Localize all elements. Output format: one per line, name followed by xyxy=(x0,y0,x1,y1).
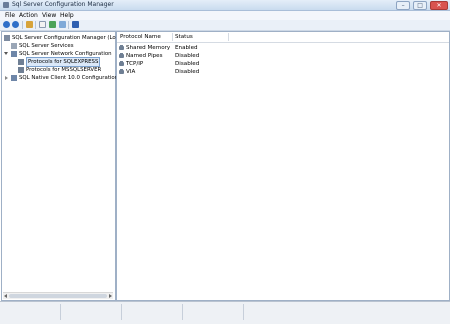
details-pane: Protocol Name Status Shared Memory Enabl… xyxy=(116,31,450,301)
protocol-icon xyxy=(119,69,124,74)
protocol-status: Disabled xyxy=(175,69,200,75)
column-header-status[interactable]: Status xyxy=(175,32,193,42)
protocol-name: TCP/IP xyxy=(126,61,144,67)
minimize-button[interactable]: – xyxy=(396,1,411,10)
maximize-button[interactable]: □ xyxy=(413,1,428,10)
toolbar-separator xyxy=(22,21,23,29)
status-segment xyxy=(183,304,244,320)
forward-icon[interactable] xyxy=(12,21,19,28)
scroll-left-icon[interactable] xyxy=(4,294,7,298)
menu-action[interactable]: Action xyxy=(19,11,38,20)
column-headers: Protocol Name Status xyxy=(117,32,449,43)
expand-closed-icon[interactable] xyxy=(5,76,8,80)
table-row[interactable]: Named Pipes Disabled xyxy=(117,52,449,60)
tree-label: SQL Server Services xyxy=(19,43,74,49)
scroll-right-icon[interactable] xyxy=(109,294,112,298)
export-icon[interactable] xyxy=(59,21,66,28)
menu-view[interactable]: View xyxy=(42,11,56,20)
menu-help[interactable]: Help xyxy=(60,11,74,20)
server-icon xyxy=(4,35,10,41)
toolbar xyxy=(0,20,450,31)
protocol-status: Enabled xyxy=(175,45,198,51)
status-segment xyxy=(0,304,61,320)
close-button[interactable]: ✕ xyxy=(430,1,448,10)
protocol-status: Disabled xyxy=(175,53,200,59)
menu-bar: File Action View Help xyxy=(0,11,450,20)
protocol-name: Shared Memory xyxy=(126,45,171,51)
table-row[interactable]: VIA Disabled xyxy=(117,68,449,76)
window-controls: – □ ✕ xyxy=(395,1,448,10)
back-icon[interactable] xyxy=(3,21,10,28)
toolbar-separator xyxy=(68,21,69,29)
protocol-status: Disabled xyxy=(175,61,200,67)
status-bar xyxy=(0,301,450,324)
menu-file[interactable]: File xyxy=(5,11,15,20)
protocol-icon xyxy=(119,61,124,66)
toolbar-separator xyxy=(35,21,36,29)
protocol-icon xyxy=(119,53,124,58)
title-bar: Sql Server Configuration Manager – □ ✕ xyxy=(0,0,450,11)
tree-label: Protocols for MSSQLSERVER xyxy=(26,67,102,73)
protocol-name: VIA xyxy=(126,69,136,75)
status-segment xyxy=(122,304,183,320)
tree-pane: SQL Server Configuration Manager (Local)… xyxy=(1,31,126,301)
network-icon xyxy=(11,51,17,57)
tree-label: SQL Server Configuration Manager (Local) xyxy=(12,35,126,41)
client-icon xyxy=(11,75,17,81)
window-title: Sql Server Configuration Manager xyxy=(12,1,114,8)
table-row[interactable]: Shared Memory Enabled xyxy=(117,44,449,52)
up-icon[interactable] xyxy=(26,21,33,28)
expand-open-icon[interactable] xyxy=(4,52,8,55)
refresh-icon[interactable] xyxy=(49,21,56,28)
tree-label: SQL Native Client 10.0 Configuration xyxy=(19,75,119,81)
table-row[interactable]: TCP/IP Disabled xyxy=(117,60,449,68)
column-header-protocol[interactable]: Protocol Name xyxy=(120,32,161,42)
horizontal-scrollbar[interactable] xyxy=(3,292,113,299)
protocol-icon xyxy=(18,67,24,73)
app-icon xyxy=(3,2,9,8)
column-divider[interactable] xyxy=(228,33,229,41)
column-divider[interactable] xyxy=(172,33,173,41)
scroll-thumb[interactable] xyxy=(9,294,107,298)
properties-icon[interactable] xyxy=(39,21,46,28)
protocol-name: Named Pipes xyxy=(126,53,163,59)
services-icon xyxy=(11,43,17,49)
protocol-icon xyxy=(18,59,24,65)
help-icon[interactable] xyxy=(72,21,79,28)
protocol-icon xyxy=(119,45,124,50)
status-segment xyxy=(61,304,122,320)
